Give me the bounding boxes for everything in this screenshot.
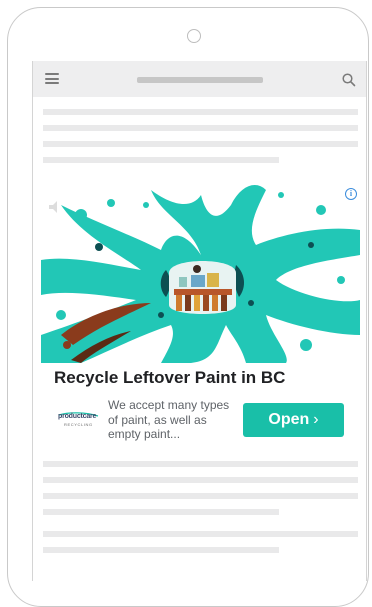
logo-main-text: productcare: [58, 413, 97, 420]
menu-icon[interactable]: [45, 73, 59, 84]
logo-sub-text: RECYCLING: [64, 422, 93, 427]
phone-frame: i Recycle Leftover Paint in BC productca…: [7, 7, 369, 607]
ad-headline[interactable]: Recycle Leftover Paint in BC: [54, 368, 354, 388]
placeholder-text-line: [43, 547, 279, 553]
ad-image[interactable]: i: [41, 185, 360, 363]
chevron-right-icon: ›: [313, 411, 319, 428]
advertiser-logo[interactable]: productcare RECYCLING: [58, 411, 100, 431]
placeholder-text-line: [43, 109, 358, 115]
search-icon[interactable]: [341, 72, 357, 88]
display-ad[interactable]: i Recycle Leftover Paint in BC productca…: [41, 185, 360, 447]
phone-screen: i Recycle Leftover Paint in BC productca…: [32, 61, 367, 581]
placeholder-text-line: [43, 531, 358, 537]
placeholder-text-line: [43, 461, 358, 467]
open-button-label: Open: [268, 411, 310, 428]
placeholder-text-line: [43, 157, 279, 163]
ad-description[interactable]: We accept many types of paint, as well a…: [108, 398, 232, 442]
placeholder-text-line: [43, 125, 358, 131]
paint-splash-illustration: [41, 185, 360, 363]
placeholder-text-line: [43, 477, 358, 483]
placeholder-text-line: [43, 141, 358, 147]
placeholder-text-line: [43, 493, 358, 499]
placeholder-text-line: [43, 509, 279, 515]
open-button[interactable]: Open ›: [243, 403, 344, 437]
ad-info-icon[interactable]: i: [345, 188, 357, 200]
camera-icon: [187, 29, 201, 43]
browser-top-bar: [33, 61, 366, 97]
address-bar[interactable]: [137, 77, 263, 83]
